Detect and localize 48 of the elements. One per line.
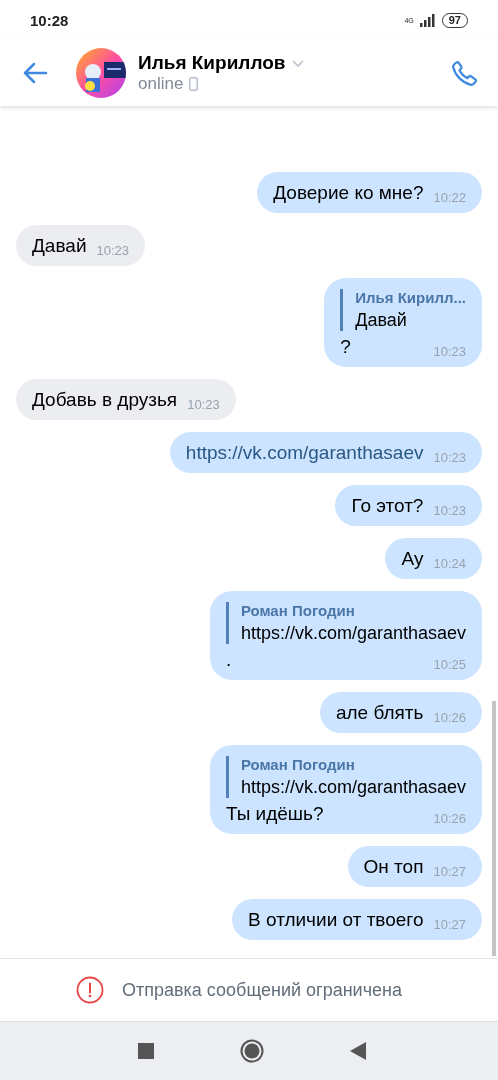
phone-device-icon: [189, 77, 199, 91]
back-arrow-icon: [22, 62, 48, 84]
warning-icon: [76, 976, 104, 1004]
message-text: В отличии от твоего: [248, 908, 424, 932]
message-time: 10:27: [433, 865, 466, 879]
clock: 10:28: [30, 11, 69, 29]
home-button[interactable]: [240, 1039, 264, 1063]
message-time: 10:27: [433, 918, 466, 932]
message-text: Он топ: [363, 855, 424, 879]
reply-author: Роман Погодин: [240, 756, 356, 774]
reply-author: Роман Погодин: [240, 602, 356, 620]
link[interactable]: https://vk.com/garanthasaev: [185, 441, 424, 465]
reply-text: https://vk.com/garanthasaev: [240, 776, 466, 798]
message-text: .: [225, 648, 232, 672]
contact-name: Илья Кириллов: [138, 52, 286, 74]
back-nav-button[interactable]: [350, 1042, 366, 1060]
quoted-message[interactable]: Роман Погодин https://vk.com/garanthasaev: [225, 602, 466, 644]
reply-author: Илья Кирилл...: [355, 289, 466, 307]
message-time: 10:23: [433, 451, 466, 465]
message-text: ?: [340, 335, 351, 359]
chevron-down-icon[interactable]: [291, 59, 304, 67]
phone-icon: [450, 58, 480, 88]
message-text: Давай: [32, 234, 87, 258]
reply-text: https://vk.com/garanthasaev: [240, 622, 466, 644]
message-text: Ты идёшь?: [225, 802, 324, 826]
message-text: Го этот?: [351, 494, 424, 518]
message-text: Ау: [401, 547, 424, 571]
message-time: 10:24: [433, 557, 466, 571]
reply-text: Давай: [355, 309, 408, 331]
message-time: 10:22: [433, 191, 466, 205]
message-time: 10:23: [96, 244, 130, 258]
scrollbar[interactable]: [492, 701, 496, 956]
message-text: Доверие ко мне?: [273, 181, 424, 205]
notice-text: Отправка сообщений ограничена: [122, 979, 402, 1001]
signal-icon: [419, 13, 436, 27]
quoted-message[interactable]: Илья Кирилл... Давай: [340, 289, 466, 331]
message-text: Добавь в друзья: [32, 388, 178, 412]
message-time: 10:23: [187, 398, 220, 412]
message-time: 10:26: [433, 812, 466, 826]
call-button[interactable]: [450, 58, 480, 88]
online-status: online: [138, 74, 184, 94]
message-time: 10:25: [433, 658, 466, 672]
quoted-message[interactable]: Роман Погодин https://vk.com/garanthasaev: [225, 756, 466, 798]
message-time: 10:23: [433, 504, 466, 518]
message-time: 10:23: [433, 345, 466, 359]
message-text: але блять: [335, 701, 424, 725]
message-time: 10:26: [433, 711, 466, 725]
back-button[interactable]: [22, 62, 48, 84]
